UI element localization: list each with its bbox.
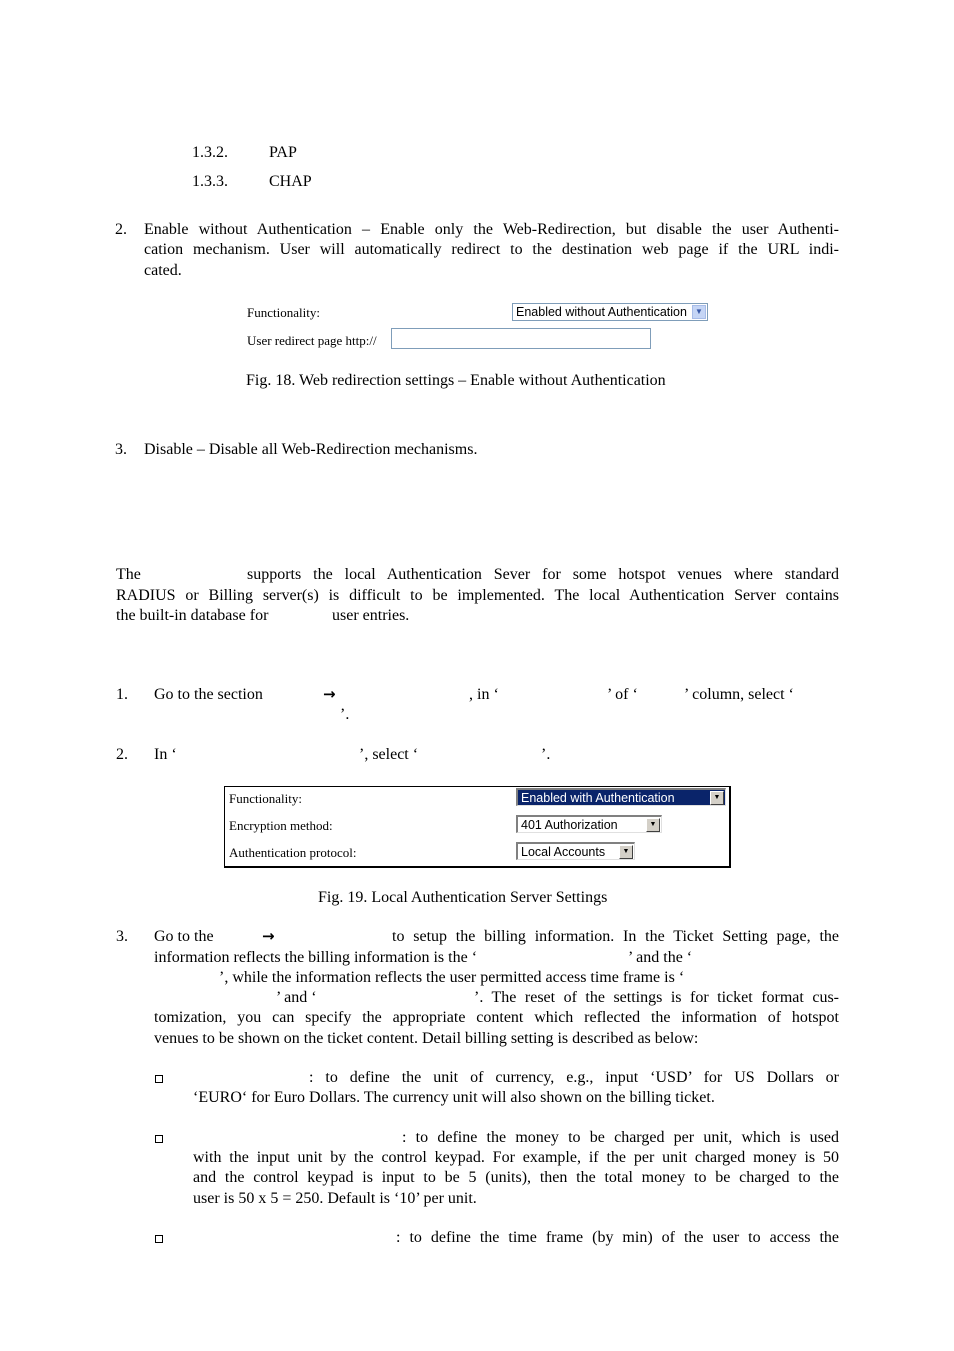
list-number: 3. bbox=[116, 928, 128, 945]
chevron-down-icon: ▼ bbox=[710, 791, 724, 805]
text: ‘EURO‘ for Euro Dollars. The currency un… bbox=[193, 1089, 715, 1106]
checkbox-bullet-icon bbox=[155, 1075, 163, 1083]
paragraph-line: cation mechanism. User will automaticall… bbox=[144, 241, 839, 258]
figure-caption: Fig. 19. Local Authentication Server Set… bbox=[318, 889, 608, 906]
authentication-protocol-value: Local Accounts bbox=[521, 845, 606, 859]
functionality-value: Enabled without Authentication bbox=[516, 305, 687, 319]
checkbox-bullet-icon bbox=[155, 1135, 163, 1143]
paragraph-line: Enable without Authentication – Enable o… bbox=[144, 221, 839, 238]
text: to setup the billing information. In the… bbox=[392, 928, 839, 945]
text: : to define the time frame (by min) of t… bbox=[396, 1229, 839, 1246]
list-number: 2. bbox=[116, 746, 128, 763]
authentication-protocol-select[interactable]: Local Accounts ▼ bbox=[516, 842, 635, 860]
text: ’, select ‘ bbox=[359, 746, 419, 763]
chevron-down-icon: ▼ bbox=[646, 818, 660, 832]
functionality-label: Functionality: bbox=[229, 791, 302, 806]
paragraph-line: cated. bbox=[144, 262, 182, 279]
encryption-method-select[interactable]: 401 Authorization ▼ bbox=[516, 815, 662, 833]
authentication-protocol-label: Authentication protocol: bbox=[229, 845, 357, 860]
figure-caption: Fig. 18. Web redirection settings – Enab… bbox=[246, 372, 666, 389]
text: ’ and ‘ bbox=[276, 989, 317, 1006]
arrow-right-icon: → bbox=[323, 685, 336, 703]
text: The bbox=[116, 566, 141, 583]
functionality-select[interactable]: Enabled with Authentication ▼ bbox=[516, 788, 726, 806]
text: ’. bbox=[340, 706, 350, 723]
text: : to define the money to be charged per … bbox=[402, 1129, 839, 1146]
encryption-method-label: Encryption method: bbox=[229, 818, 333, 833]
text: RADIUS or Billing server(s) is difficult… bbox=[116, 587, 839, 604]
text: ’, while the information reflects the us… bbox=[219, 969, 685, 986]
paragraph-line: Disable – Disable all Web-Redirection me… bbox=[144, 441, 478, 458]
text: information reflects the billing informa… bbox=[154, 949, 478, 966]
sublist-label: CHAP bbox=[269, 173, 312, 190]
chevron-down-icon: ▼ bbox=[692, 305, 706, 319]
text: , in ‘ bbox=[469, 686, 499, 703]
list-number: 1. bbox=[116, 686, 128, 703]
chevron-down-icon: ▼ bbox=[619, 845, 633, 859]
list-number: 2. bbox=[115, 221, 127, 238]
text: venues to be shown on the ticket content… bbox=[154, 1030, 699, 1047]
sublist-label: PAP bbox=[269, 144, 297, 161]
text: and the control keypad is input to be 5 … bbox=[193, 1169, 839, 1186]
text: user is 50 x 5 = 250. Default is ‘10’ pe… bbox=[193, 1190, 477, 1207]
sublist-number: 1.3.2. bbox=[192, 144, 228, 161]
text: In ‘ bbox=[154, 746, 177, 763]
functionality-label: Functionality: bbox=[247, 305, 320, 320]
text: the built-in database for bbox=[116, 607, 269, 624]
text: ’ and the ‘ bbox=[628, 949, 693, 966]
text: Go to the bbox=[154, 928, 214, 945]
checkbox-bullet-icon bbox=[155, 1235, 163, 1243]
text: ’ of ‘ bbox=[607, 686, 638, 703]
list-number: 3. bbox=[115, 441, 127, 458]
redirect-label: User redirect page http:// bbox=[247, 333, 377, 348]
text: with the input unit by the control keypa… bbox=[193, 1149, 839, 1166]
redirect-url-input[interactable] bbox=[391, 328, 651, 349]
functionality-select[interactable]: Enabled without Authentication ▼ bbox=[512, 303, 708, 321]
encryption-method-value: 401 Authorization bbox=[521, 818, 618, 832]
text: Go to the section bbox=[154, 686, 263, 703]
arrow-right-icon: → bbox=[262, 927, 275, 945]
functionality-value: Enabled with Authentication bbox=[521, 791, 675, 805]
text: ’ column, select ‘ bbox=[684, 686, 794, 703]
text: ’. bbox=[541, 746, 551, 763]
text: : to define the unit of currency, e.g., … bbox=[309, 1069, 839, 1086]
text: ’. The reset of the settings is for tick… bbox=[474, 989, 839, 1006]
text: tomization, you can specify the appropri… bbox=[154, 1009, 839, 1026]
sublist-number: 1.3.3. bbox=[192, 173, 228, 190]
text: supports the local Authentication Sever … bbox=[247, 566, 839, 583]
text: user entries. bbox=[332, 607, 410, 624]
